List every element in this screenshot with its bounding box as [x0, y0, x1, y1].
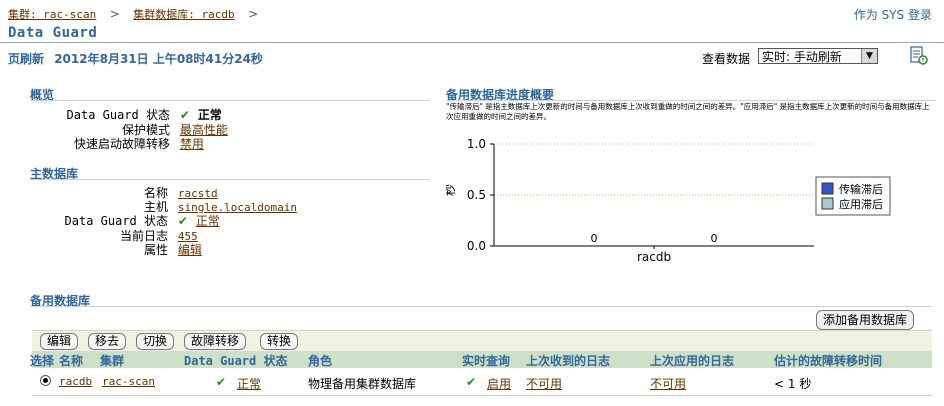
failover-button[interactable]: 故障转移: [184, 333, 247, 350]
progress-divider: [446, 100, 936, 101]
col-last-received: 上次收到的日志: [526, 354, 611, 368]
col-name: 名称: [59, 354, 84, 368]
standby-cluster-link[interactable]: rac-scan: [102, 375, 155, 388]
standby-toolbar: 编辑 移去 切换 故障转移 转换: [32, 330, 932, 351]
dropdown-arrow-icon[interactable]: ▼: [861, 49, 877, 63]
col-dg-status: Data Guard 状态: [184, 354, 288, 368]
standby-role: 物理备用集群数据库: [308, 377, 417, 391]
refresh-time: 2012年8月31日 上午08时41分24秒: [54, 52, 263, 66]
standby-name-link[interactable]: racdb: [59, 375, 92, 388]
breadcrumb-cluster-link[interactable]: 集群: rac-scan: [8, 8, 96, 21]
chart-data-label-transport: 0: [591, 232, 598, 245]
edit-button[interactable]: 编辑: [40, 333, 79, 350]
select-radio[interactable]: [40, 375, 51, 386]
page-details-icon[interactable]: [908, 46, 930, 66]
chart-y-tick-label: 0.5: [467, 188, 486, 202]
legend-label-transport: 传输滞后: [839, 182, 883, 196]
col-select: 选择: [30, 354, 55, 368]
legend-swatch-apply: [821, 197, 834, 210]
realtime-query-link[interactable]: 启用: [487, 375, 511, 392]
primary-props-row: 属性 编辑: [30, 241, 202, 258]
lag-chart: 0.0 0.5 1.0 秒 racdb 0 0 传输滞后 应用滞后: [446, 137, 891, 264]
overview-divider: [30, 100, 430, 101]
login-status: 作为 SYS 登录: [853, 8, 932, 22]
failover-time: < 1 秒: [774, 377, 812, 391]
chart-axes: [493, 144, 814, 249]
standby-status-link[interactable]: 正常: [237, 375, 261, 392]
legend-label-apply: 应用滞后: [839, 197, 883, 211]
refresh-label: 页刷新: [8, 52, 45, 66]
progress-description: "传输滞后" 是指主数据库上次更新的时间与备用数据库上次收到重做的时间之间的差异…: [446, 102, 930, 121]
check-icon: ✔: [466, 375, 477, 389]
check-icon: ✔: [216, 375, 227, 389]
col-failover-time: 估计的故障转移时间: [774, 354, 883, 368]
chart-y-ticks: 0.0 0.5 1.0: [467, 137, 494, 253]
chart-y-tick-label: 0.0: [467, 239, 486, 253]
last-applied-link[interactable]: 不可用: [650, 375, 686, 392]
standby-table-header: 选择 名称 集群 Data Guard 状态 角色 实时查询 上次收到的日志 上…: [30, 351, 932, 368]
col-realtime-query: 实时查询: [462, 354, 511, 368]
remove-button[interactable]: 移去: [88, 333, 127, 350]
primary-db-divider: [30, 179, 430, 180]
chart-y-tick-label: 1.0: [467, 137, 486, 151]
chevron-right-icon: >: [109, 7, 120, 21]
refresh-info: 页刷新 2012年8月31日 上午08时41分24秒: [8, 50, 263, 67]
page-title: Data Guard: [8, 25, 98, 41]
primary-status-link[interactable]: 正常: [196, 214, 220, 228]
primary-edit-link[interactable]: 编辑: [178, 243, 202, 257]
switchover-button[interactable]: 切换: [136, 333, 175, 350]
view-data-value: 实时: 手动刷新: [762, 50, 842, 64]
standby-db-divider: [30, 306, 932, 307]
fsfo-link[interactable]: 禁用: [180, 137, 204, 151]
overview-fsfo-row: 快速启动故障转移 禁用: [30, 135, 204, 152]
check-icon: ✔: [179, 108, 190, 122]
col-role: 角色: [308, 354, 333, 368]
col-cluster: 集群: [100, 354, 125, 368]
chart-category-label: racdb: [637, 250, 671, 264]
add-standby-button[interactable]: 添加备用数据库: [816, 310, 915, 330]
convert-button[interactable]: 转换: [260, 333, 299, 350]
overview-fsfo-label: 快速启动故障转移: [73, 137, 170, 151]
check-icon: ✔: [177, 214, 188, 228]
breadcrumb: 集群: rac-scan > 集群数据库: racdb >: [8, 6, 268, 22]
chart-legend: 传输滞后 应用滞后: [815, 176, 891, 216]
col-last-applied: 上次应用的日志: [650, 354, 735, 368]
table-row: racdb rac-scan ✔ 正常 物理备用集群数据库 ✔ 启用 不可用 不…: [32, 369, 932, 396]
chart-y-axis-label: 秒: [446, 184, 457, 196]
title-divider: [0, 42, 944, 43]
legend-swatch-transport: [821, 182, 834, 195]
view-data-select[interactable]: 实时: 手动刷新 ▼: [758, 48, 878, 64]
last-received-link[interactable]: 不可用: [526, 375, 562, 392]
breadcrumb-cluster-db-link[interactable]: 集群数据库: racdb: [133, 8, 234, 21]
chart-data-label-apply: 0: [711, 232, 718, 245]
primary-props-label: 属性: [143, 243, 168, 257]
view-data-label: 查看数据: [702, 52, 751, 66]
overview-status-value: 正常: [197, 108, 222, 122]
chart-grid: [494, 143, 814, 196]
chevron-right-icon: >: [248, 7, 259, 21]
